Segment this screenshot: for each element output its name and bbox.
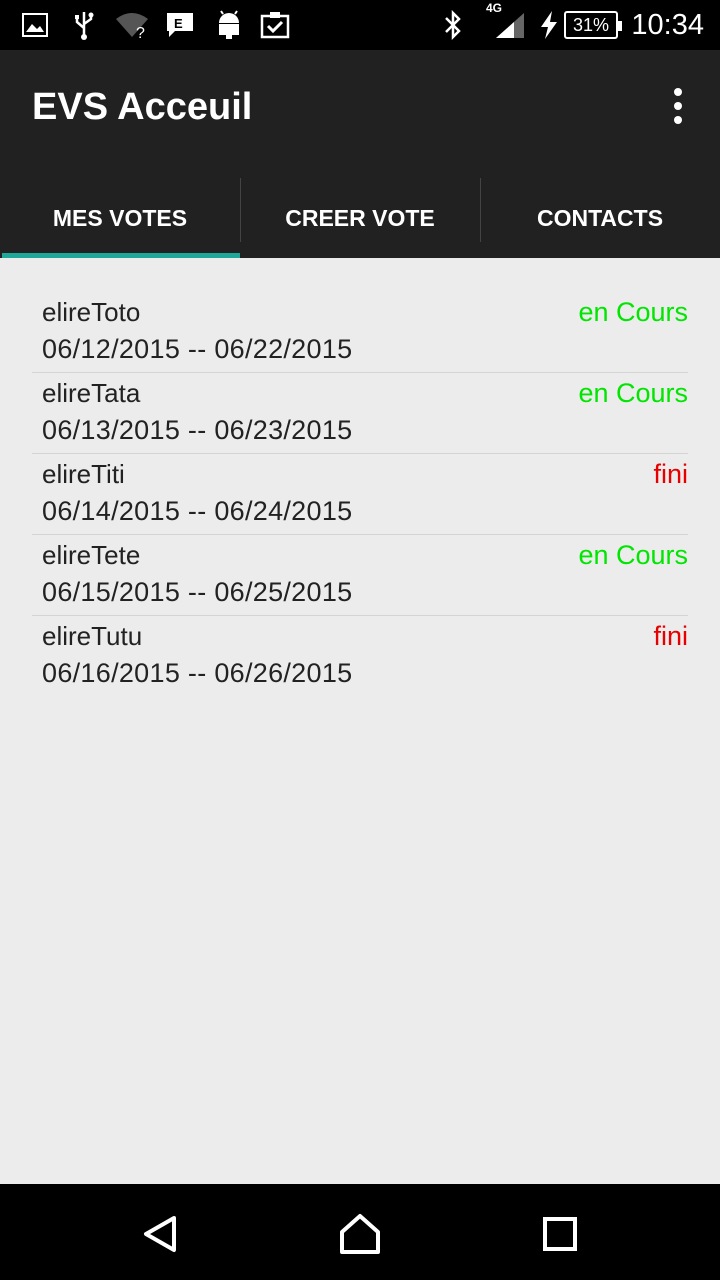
- vote-name: elireTete: [42, 540, 141, 570]
- tab-bar: MES VOTES CREER VOTE CONTACTS: [0, 178, 720, 258]
- vote-dates: 06/13/2015 -- 06/23/2015: [42, 415, 353, 445]
- battery-indicator: 31%: [564, 11, 622, 39]
- tab-creer-vote[interactable]: CREER VOTE: [240, 178, 480, 258]
- usb-icon: [72, 10, 96, 40]
- status-bar: ? E 4G 31% 10:34: [0, 0, 720, 50]
- android-icon: [216, 10, 242, 40]
- vote-name: elireTata: [42, 378, 141, 408]
- vote-name: elireToto: [42, 297, 141, 327]
- signal-icon: [494, 10, 526, 40]
- gallery-icon: [22, 10, 48, 40]
- vote-list: elireToto 06/12/2015 -- 06/22/2015 en Co…: [32, 292, 688, 697]
- list-item[interactable]: elireTete 06/15/2015 -- 06/25/2015 en Co…: [32, 535, 688, 616]
- svg-text:?: ?: [136, 25, 145, 39]
- list-item[interactable]: elireToto 06/12/2015 -- 06/22/2015 en Co…: [32, 292, 688, 373]
- vote-dates: 06/15/2015 -- 06/25/2015: [42, 577, 353, 607]
- vote-name: elireTutu: [42, 621, 143, 651]
- status-time: 10:34: [631, 9, 704, 41]
- list-item[interactable]: elireTiti 06/14/2015 -- 06/24/2015 fini: [32, 454, 688, 535]
- notification-icon: E: [166, 10, 194, 40]
- app-bar: EVS Acceuil MES VOTES CREER VOTE CONTACT…: [0, 50, 720, 258]
- home-icon[interactable]: [338, 1212, 382, 1256]
- vote-status: en Cours: [578, 297, 688, 327]
- tab-mes-votes[interactable]: MES VOTES: [0, 178, 240, 258]
- wifi-unknown-icon: ?: [114, 10, 150, 40]
- clipboard-check-icon: [260, 10, 290, 40]
- charging-icon: [538, 10, 560, 40]
- back-icon[interactable]: [138, 1212, 182, 1256]
- recents-icon[interactable]: [538, 1212, 582, 1256]
- vote-status: en Cours: [578, 540, 688, 570]
- vote-dates: 06/12/2015 -- 06/22/2015: [42, 334, 353, 364]
- bluetooth-icon: [442, 10, 464, 40]
- vote-status: fini: [653, 621, 688, 651]
- list-item[interactable]: elireTata 06/13/2015 -- 06/23/2015 en Co…: [32, 373, 688, 454]
- tab-contacts[interactable]: CONTACTS: [480, 178, 720, 258]
- vote-status: en Cours: [578, 378, 688, 408]
- vote-dates: 06/16/2015 -- 06/26/2015: [42, 658, 353, 688]
- app-title: EVS Acceuil: [32, 86, 253, 128]
- svg-text:E: E: [174, 16, 183, 31]
- navigation-bar: [0, 1184, 720, 1280]
- vote-status: fini: [653, 459, 688, 489]
- list-item[interactable]: elireTutu 06/16/2015 -- 06/26/2015 fini: [32, 616, 688, 697]
- vote-name: elireTiti: [42, 459, 125, 489]
- overflow-menu-icon[interactable]: [666, 88, 690, 124]
- vote-dates: 06/14/2015 -- 06/24/2015: [42, 496, 353, 526]
